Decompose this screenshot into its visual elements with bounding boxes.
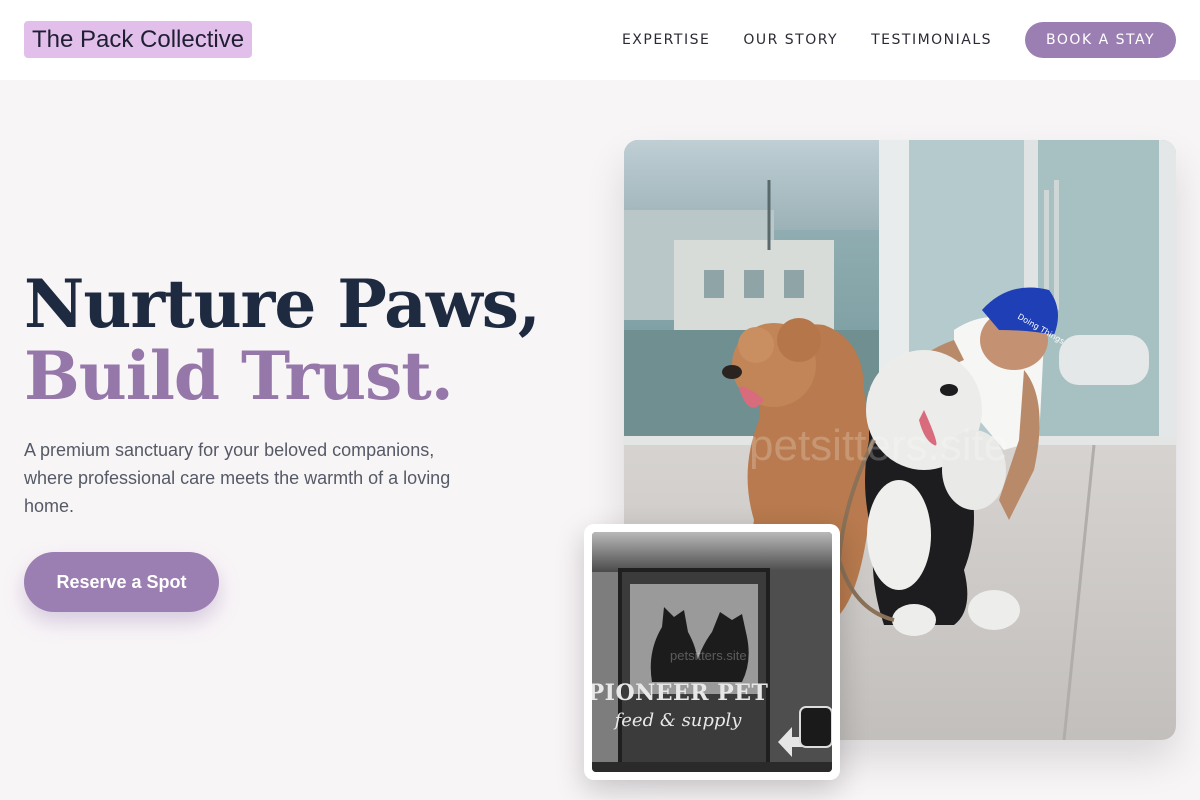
nav-link-testimonials[interactable]: TESTIMONIALS [871, 32, 992, 48]
book-a-stay-button[interactable]: BOOK A STAY [1025, 22, 1176, 58]
hero-headline-line2: Build Trust. [24, 337, 454, 415]
site-logo[interactable]: The Pack Collective [24, 21, 253, 58]
sign-text-pioneer-pet: PIONEER PET [592, 680, 769, 706]
site-header: The Pack Collective EXPERTISE OUR STORY … [0, 0, 1200, 80]
main-watermark: petsitters.site [749, 421, 1008, 470]
hero-headline: Nurture Paws, Build Trust. [24, 265, 541, 415]
pioneer-pet-photo: PIONEER PET feed & supply petsitters.sit… [584, 524, 840, 780]
thumb-watermark: petsitters.site [670, 648, 747, 663]
nav-link-our-story[interactable]: OUR STORY [743, 32, 838, 48]
nav-link-expertise[interactable]: EXPERTISE [622, 32, 710, 48]
reserve-spot-button[interactable]: Reserve a Spot [24, 552, 219, 612]
sign-text-feed-supply: feed & supply [614, 710, 742, 731]
hero-headline-line1: Nurture Paws, [24, 265, 541, 343]
hero-description: A premium sanctuary for your beloved com… [24, 440, 451, 516]
pioneer-pet-image: PIONEER PET feed & supply petsitters.sit… [592, 532, 832, 772]
main-nav: EXPERTISE OUR STORY TESTIMONIALS BOOK A … [622, 22, 1176, 58]
